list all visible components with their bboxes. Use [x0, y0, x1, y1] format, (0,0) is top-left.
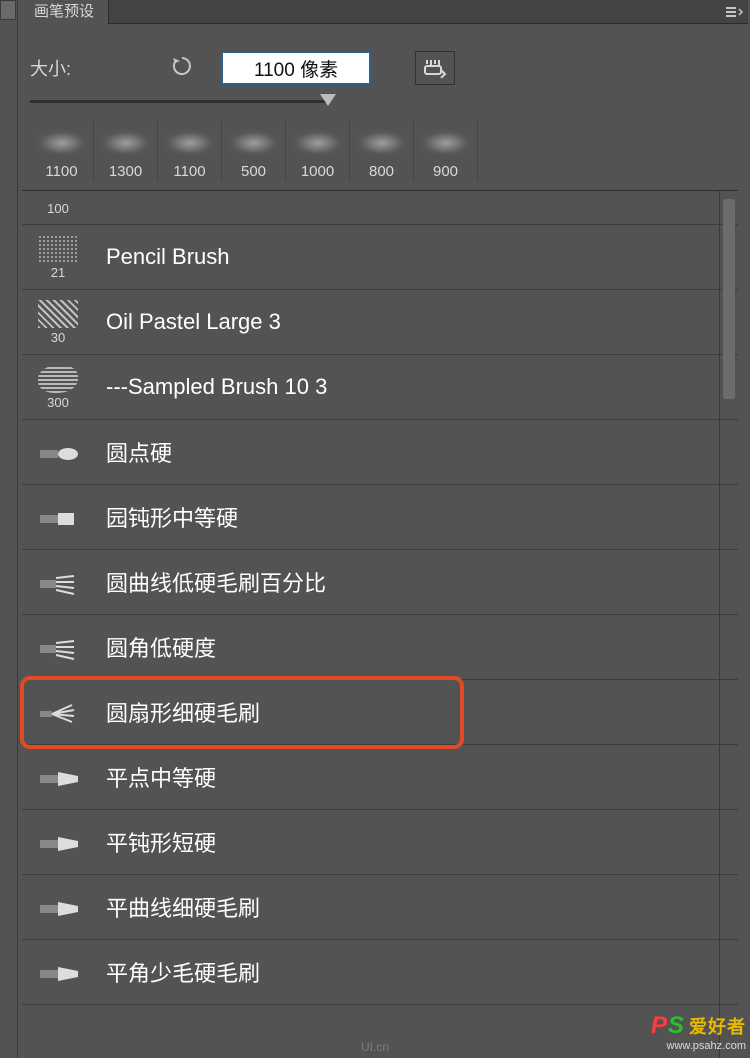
recent-brush-thumb[interactable]: 1100 — [158, 120, 222, 180]
recent-brush-thumb[interactable]: 1000 — [286, 120, 350, 180]
brush-tip-icon — [40, 638, 76, 656]
brush-size-label: 100 — [47, 201, 69, 216]
panel-menu-icon[interactable] — [724, 6, 744, 18]
brush-tip-icon — [40, 443, 76, 461]
brush-swatch — [28, 422, 88, 482]
brush-name-label: 圆扇形细硬毛刷 — [88, 696, 260, 728]
brush-swatch — [28, 877, 88, 937]
brush-row[interactable]: 圆角低硬度 — [22, 615, 738, 680]
brush-row[interactable]: 100 — [22, 191, 738, 225]
size-input[interactable] — [221, 51, 371, 85]
brush-name-label: 平角少毛硬毛刷 — [88, 956, 260, 988]
brush-tip-icon — [40, 768, 76, 786]
brush-swatch: 100 — [28, 193, 88, 223]
brush-row[interactable]: 30 Oil Pastel Large 3 — [22, 290, 738, 355]
slider-thumb[interactable] — [320, 94, 336, 106]
brush-row[interactable]: 平钝形短硬 — [22, 810, 738, 875]
brush-size-label: 300 — [47, 395, 69, 410]
brush-size-label: 1300 — [109, 163, 142, 180]
brush-size-label: 500 — [241, 163, 266, 180]
brush-preview-icon — [224, 125, 284, 161]
brush-swatch — [28, 747, 88, 807]
reset-size-icon[interactable] — [171, 55, 193, 82]
brush-presets-panel: 画笔预设 大小: 1100 1300 1100 500 1000 800 900 100 2… — [0, 0, 750, 1058]
brush-swatch: 300 — [28, 357, 88, 417]
slider-track — [30, 100, 330, 103]
recent-brush-thumb[interactable]: 1300 — [94, 120, 158, 180]
brush-row[interactable]: 平点中等硬 — [22, 745, 738, 810]
brush-tip-icon — [40, 963, 76, 981]
brush-size-label: 1000 — [301, 163, 334, 180]
brush-tip-icon — [40, 703, 76, 721]
brush-tip-icon — [40, 833, 76, 851]
recent-brush-thumb[interactable]: 900 — [414, 120, 478, 180]
size-slider[interactable] — [30, 94, 450, 110]
brush-picker-button[interactable] — [415, 51, 455, 85]
brush-preview-icon — [352, 125, 412, 161]
brush-size-label: 1100 — [45, 163, 77, 180]
brush-swatch — [28, 942, 88, 1002]
brush-name-label: 圆曲线低硬毛刷百分比 — [88, 566, 326, 598]
brush-swatch — [28, 682, 88, 742]
brush-preview-icon — [416, 125, 476, 161]
recent-brush-thumb[interactable]: 500 — [222, 120, 286, 180]
brush-preview-icon — [32, 125, 92, 161]
size-label: 大小: — [30, 55, 71, 81]
brush-tip-icon — [40, 508, 76, 526]
brush-swatch-icon — [38, 235, 78, 263]
recent-brush-thumb[interactable]: 800 — [350, 120, 414, 180]
brush-swatch — [28, 812, 88, 872]
brush-preview-icon — [288, 125, 348, 161]
tab-brush-presets[interactable]: 画笔预设 — [20, 0, 109, 24]
recent-brush-thumb[interactable]: 1100 — [30, 120, 94, 180]
brush-row[interactable]: 平曲线细硬毛刷 — [22, 875, 738, 940]
brush-swatch-icon — [38, 300, 78, 328]
brush-row[interactable]: 21 Pencil Brush — [22, 225, 738, 290]
brush-name-label: 圆点硬 — [88, 436, 172, 468]
brush-size-label: 21 — [51, 265, 65, 280]
brush-row[interactable]: 圆扇形细硬毛刷 — [22, 680, 738, 745]
brush-name-label: ---Sampled Brush 10 3 — [88, 374, 327, 400]
brush-swatch-icon — [38, 365, 78, 393]
brush-swatch — [28, 487, 88, 547]
brush-row[interactable]: 圆点硬 — [22, 420, 738, 485]
panel-tab-bar: 画笔预设 — [20, 0, 748, 24]
size-row: 大小: — [30, 48, 730, 88]
brush-row[interactable]: 平角少毛硬毛刷 — [22, 940, 738, 1005]
brush-swatch — [28, 617, 88, 677]
brush-size-label: 1100 — [173, 163, 205, 180]
dock-strip — [0, 0, 18, 1058]
brush-name-label: Oil Pastel Large 3 — [88, 309, 281, 335]
brush-size-label: 900 — [433, 163, 458, 180]
brush-row[interactable]: 园钝形中等硬 — [22, 485, 738, 550]
brush-swatch — [28, 552, 88, 612]
brush-name-label: 平点中等硬 — [88, 761, 216, 793]
brush-name-label: Pencil Brush — [88, 244, 230, 270]
brush-tip-icon — [40, 898, 76, 916]
brush-name-label: 平钝形短硬 — [88, 826, 216, 858]
brush-swatch: 30 — [28, 292, 88, 352]
recent-brushes-row: 1100 1300 1100 500 1000 800 900 — [30, 120, 478, 180]
brush-list[interactable]: 100 21Pencil Brush30Oil Pastel Large 330… — [22, 190, 738, 1058]
brush-size-label: 800 — [369, 163, 394, 180]
brush-name-label: 圆角低硬度 — [88, 631, 216, 663]
brush-size-label: 30 — [51, 330, 65, 345]
brush-name-label: 平曲线细硬毛刷 — [88, 891, 260, 923]
brush-preview-icon — [96, 125, 156, 161]
brush-name-label: 园钝形中等硬 — [88, 501, 238, 533]
brush-row[interactable]: 300 ---Sampled Brush 10 3 — [22, 355, 738, 420]
brush-preview-icon — [160, 125, 220, 161]
brush-swatch: 21 — [28, 227, 88, 287]
brush-tip-icon — [40, 573, 76, 591]
brush-row[interactable]: 圆曲线低硬毛刷百分比 — [22, 550, 738, 615]
